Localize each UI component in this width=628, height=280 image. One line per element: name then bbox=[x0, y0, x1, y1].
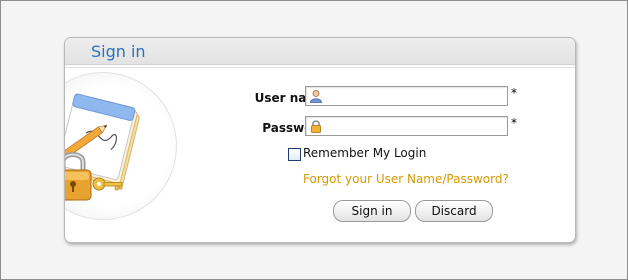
sign-in-panel: Sign in User name * Password * Remember … bbox=[64, 37, 576, 243]
username-field[interactable] bbox=[305, 86, 508, 106]
discard-button[interactable]: Discard bbox=[415, 200, 493, 222]
forgot-credentials-link[interactable]: Forgot your User Name/Password? bbox=[303, 172, 509, 186]
password-required-mark: * bbox=[511, 116, 517, 130]
remember-checkbox[interactable] bbox=[288, 148, 301, 161]
panel-header: Sign in bbox=[65, 38, 575, 68]
panel-title: Sign in bbox=[91, 42, 146, 61]
remember-label[interactable]: Remember My Login bbox=[303, 146, 426, 160]
username-input[interactable] bbox=[326, 87, 504, 105]
user-icon bbox=[310, 90, 322, 103]
page-frame: Sign in User name * Password * Remember … bbox=[0, 0, 628, 280]
password-field[interactable] bbox=[305, 116, 508, 136]
header-divider bbox=[65, 67, 575, 68]
lock-icon bbox=[311, 120, 321, 133]
username-required-mark: * bbox=[511, 86, 517, 100]
notepad-pencil-padlock-key-icon bbox=[65, 93, 140, 201]
sign-in-button[interactable]: Sign in bbox=[333, 200, 411, 222]
password-input[interactable] bbox=[326, 117, 504, 135]
